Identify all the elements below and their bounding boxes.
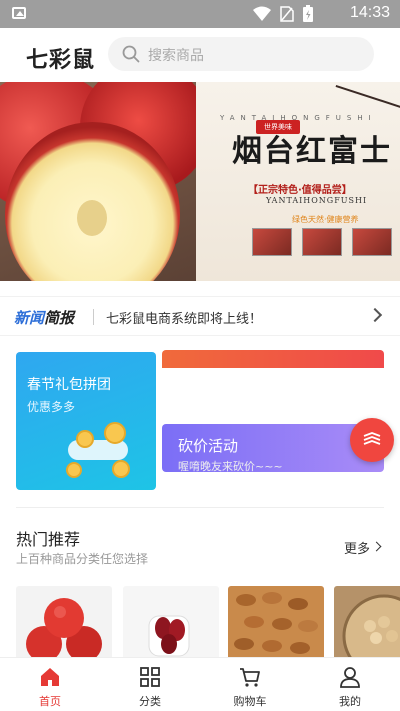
promo-section: 春节礼包拼团 优惠多多 砍价活动 喔唷晚友来砍价~~~ <box>16 350 384 492</box>
tab-label: 分类 <box>139 695 161 708</box>
grid-icon <box>140 667 160 687</box>
group-buy-card[interactable]: 春节礼包拼团 优惠多多 <box>16 352 156 490</box>
news-text: 七彩鼠电商系统即将上线！ <box>106 312 263 327</box>
product-card[interactable] <box>123 586 219 660</box>
chickpea-image <box>342 594 400 660</box>
section-divider <box>16 507 384 508</box>
tab-label: 首页 <box>39 695 61 708</box>
tab-cart[interactable]: 购物车 <box>200 658 300 711</box>
product-carousel <box>16 586 400 660</box>
almond-image <box>234 592 318 654</box>
group-buy-title: 春节礼包拼团 <box>27 377 111 393</box>
news-logo: 新闻简报 <box>14 309 75 327</box>
divider <box>93 309 94 325</box>
apple-thumbnail <box>352 228 392 256</box>
search-placeholder: 搜索商品 <box>148 48 204 64</box>
banner-subtitle: 【正宗特色·值得品尝】 <box>248 185 352 196</box>
tab-home[interactable]: 首页 <box>0 658 100 711</box>
search-input[interactable]: 搜索商品 <box>108 37 374 71</box>
cart-icon <box>240 668 260 687</box>
chevron-right-icon[interactable] <box>367 307 383 323</box>
header: 七彩鼠 搜索商品 <box>0 28 400 82</box>
bargain-title: 砍价活动 <box>178 437 239 455</box>
coin-icon <box>66 462 82 478</box>
hot-section-title: 热门推荐 <box>16 530 81 549</box>
image-notification-icon <box>12 7 26 19</box>
banner-pinyin: YANTAIHONGFUSHI <box>266 196 368 205</box>
group-buy-subtitle: 优惠多多 <box>27 400 76 414</box>
status-bar: 14:33 <box>0 0 400 28</box>
apple-image <box>26 598 102 660</box>
featured-card[interactable] <box>162 350 384 368</box>
search-icon <box>122 45 140 63</box>
bargain-subtitle: 喔唷晚友来砍价~~~ <box>178 460 283 472</box>
news-ticker[interactable]: 新闻简报 七彩鼠电商系统即将上线！ <box>0 296 400 336</box>
chevron-right-icon[interactable] <box>371 541 382 552</box>
banner-title: 烟台红富士 <box>232 134 392 169</box>
coin-icon <box>112 460 130 478</box>
bottom-tab-bar: 首页 分类 购物车 我的 <box>0 657 400 711</box>
coin-icon <box>76 430 94 448</box>
wifi-icon <box>253 6 271 21</box>
banner-tagline: 绿色天然·健康营养 <box>292 215 359 224</box>
product-card[interactable] <box>16 586 112 660</box>
apple-thumbnail <box>302 228 342 256</box>
clock: 14:33 <box>349 4 390 21</box>
tab-profile[interactable]: 我的 <box>300 658 400 711</box>
tab-category[interactable]: 分类 <box>100 658 200 711</box>
apple-thumbnail <box>252 228 292 256</box>
sim-icon <box>280 6 294 22</box>
home-icon <box>41 668 59 686</box>
promo-banner[interactable]: YANTAIHONGFUSHI 世界美味 烟台红富士 【正宗特色·值得品尝】 Y… <box>0 82 400 281</box>
banner-thumbnails <box>252 228 392 256</box>
jujube-image <box>148 615 190 657</box>
layers-icon <box>363 432 381 445</box>
tab-label: 我的 <box>339 695 361 708</box>
tab-label: 购物车 <box>233 695 267 708</box>
floating-menu-button[interactable] <box>350 418 394 462</box>
product-card[interactable] <box>334 586 400 660</box>
hot-section-subtitle: 上百种商品分类任您选择 <box>16 552 149 566</box>
more-link[interactable]: 更多 <box>344 538 370 557</box>
battery-icon <box>303 5 313 22</box>
coin-icon <box>104 422 126 444</box>
brand-title: 七彩鼠 <box>26 48 96 73</box>
product-card[interactable] <box>228 586 324 660</box>
status-icons <box>252 5 314 23</box>
user-icon <box>340 667 360 688</box>
